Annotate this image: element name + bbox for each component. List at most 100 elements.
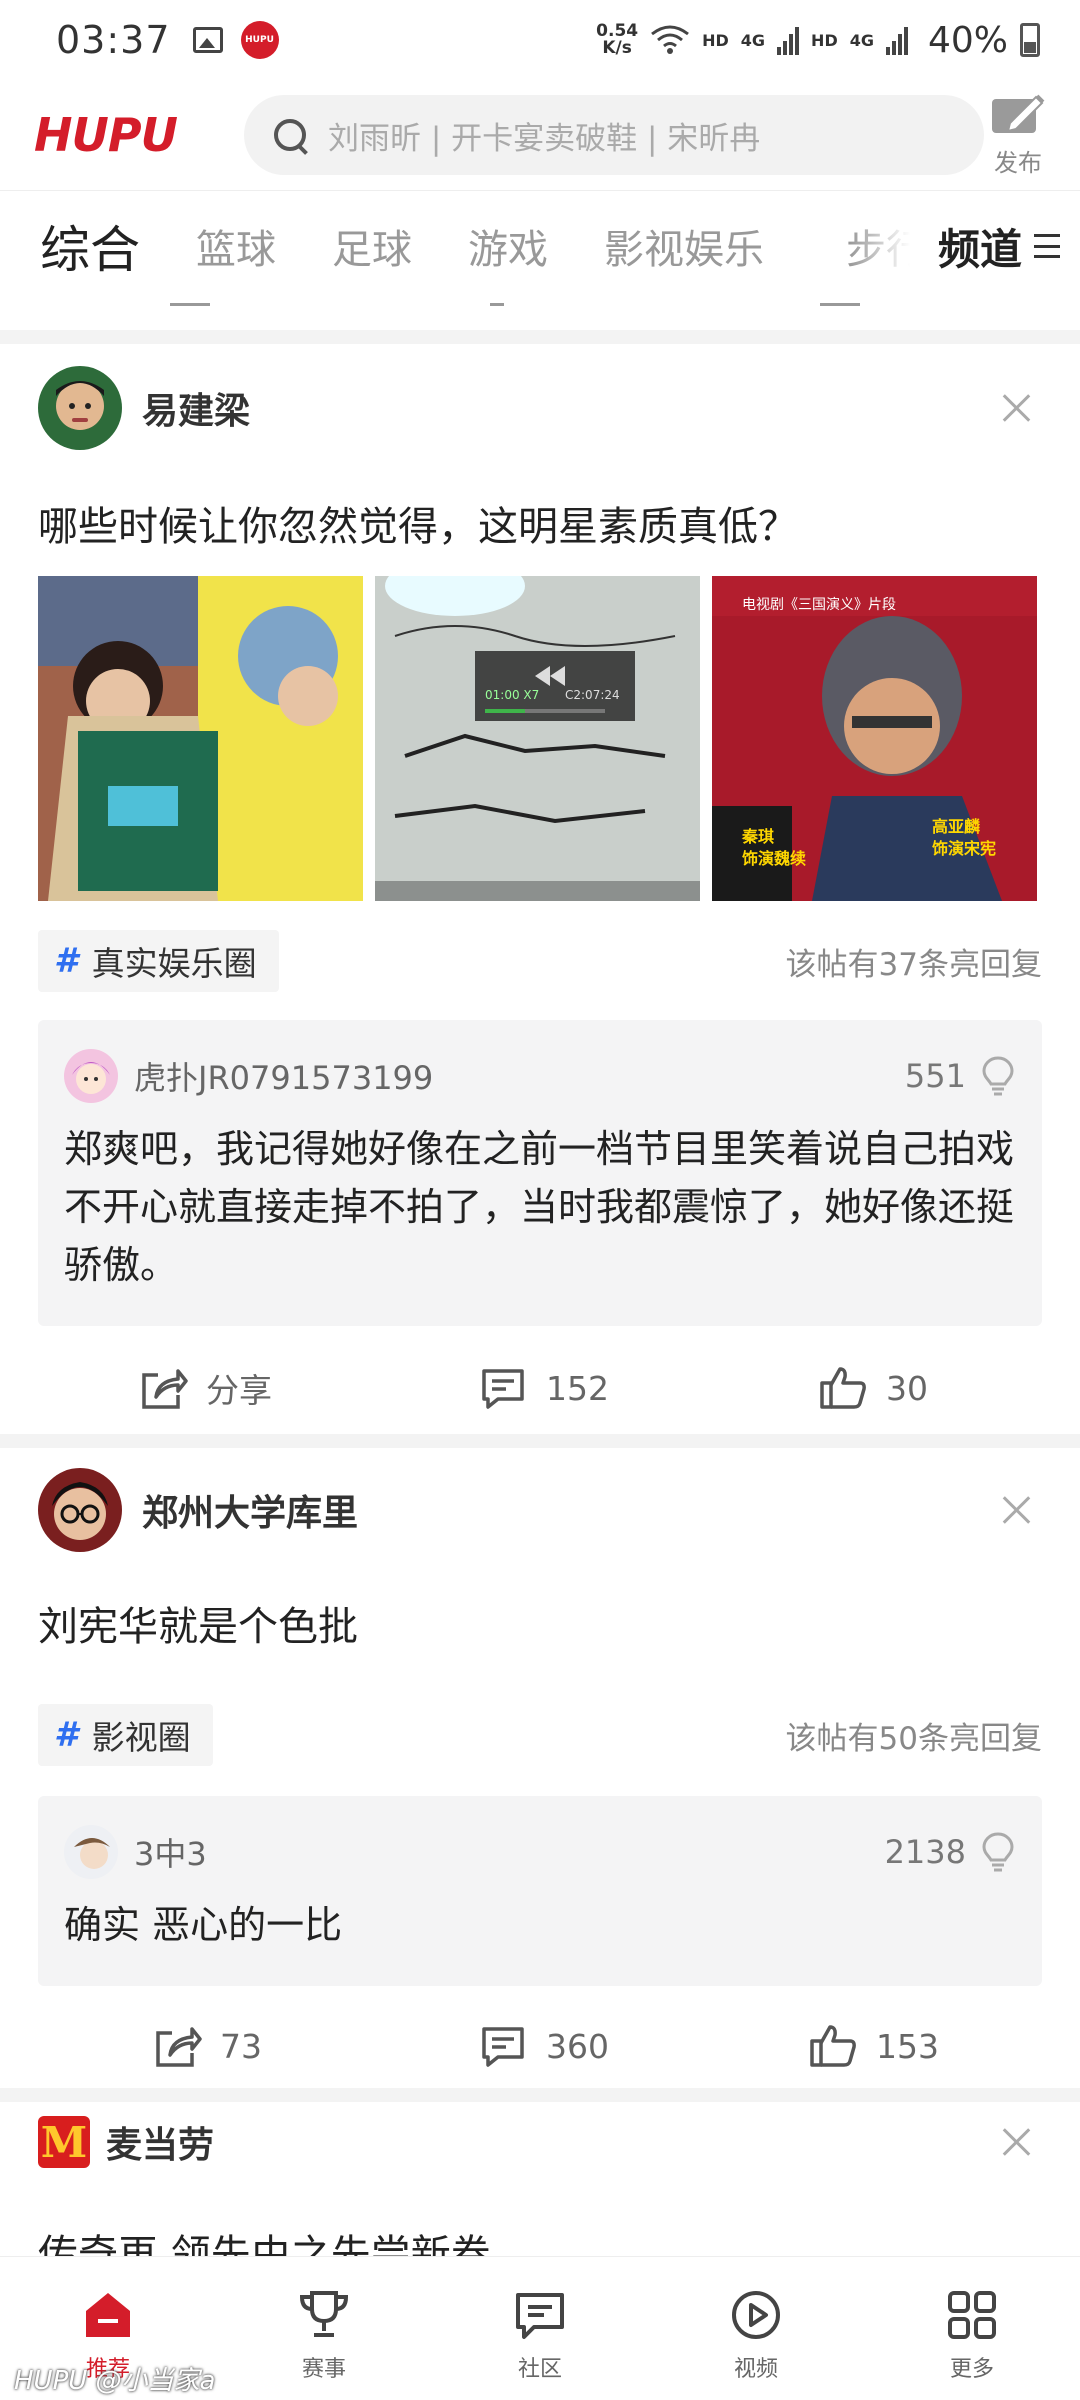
chat-icon [516,2293,564,2339]
mcdonalds-logo[interactable]: M [38,2116,90,2168]
search-icon [272,117,308,153]
nav-video[interactable]: 视频 [648,2257,864,2400]
tabs-fade [850,191,930,301]
network-speed: 0.54 K/s [596,21,639,58]
highlight-reply[interactable]: 3中3 2138 确实 恶心的一比 [38,1796,1042,1986]
nav-label: 社区 [517,2357,562,2382]
circle-hash-icon: # [54,1715,78,1755]
wifi-icon [651,25,690,54]
highlight-reply[interactable]: 虎扑JR0791573199 551 郑爽吧，我记得她好像在之前一档节目里笑着说… [38,1020,1042,1326]
reply-avatar[interactable] [64,1049,118,1103]
close-icon[interactable] [1002,393,1032,423]
like-count: 153 [876,2026,939,2066]
post-title[interactable]: 哪些时候让你忽然觉得，这明星素质真低？ [38,494,798,552]
category-tabs: 综合 篮球 足球 游戏 影视娱乐 步行 频道 [0,190,1080,301]
comment-button[interactable]: 152 [478,1348,609,1428]
reply-light-count: 2138 [884,1833,966,1871]
close-icon[interactable] [1002,2127,1032,2157]
like-count: 30 [886,1368,928,1408]
author-avatar[interactable] [38,1468,122,1552]
tab-entertainment[interactable]: 影视娱乐 [604,217,764,275]
battery-icon [1020,23,1040,57]
previous-card-actions-edge [0,300,1080,330]
author-avatar[interactable] [38,366,122,450]
card-divider [0,1434,1080,1448]
post-card[interactable]: 郑州大学库里 刘宪华就是个色批 # 影视圈 该帖有50条亮回复 3中3 2138… [0,1448,1080,2088]
watermark: HUPU @小当家a [14,2366,216,2396]
search-bar[interactable]: 刘雨昕 | 开卡宴卖破鞋 | 宋昕冉 [244,95,984,175]
hd-badge: HD [702,30,729,50]
nav-label: 更多 [949,2357,994,2382]
advertiser-name[interactable]: 麦当劳 [106,2116,214,2168]
share-icon [142,1369,188,1409]
lightbulb-icon[interactable] [980,1831,1016,1873]
post-actions: 分享 152 30 [0,1348,1080,1428]
comment-count: 360 [546,2026,609,2066]
circle-tag-label: 真实娱乐圈 [91,944,257,983]
tab-basketball[interactable]: 篮球 [196,217,276,275]
actor-caption-left: 秦琪 饰演魏续 [742,827,807,868]
publish-label: 发布 [994,148,1042,177]
status-time: 03:37 [56,18,171,62]
reply-username[interactable]: 3中3 [134,1829,207,1875]
reply-light-count: 551 [904,1057,966,1095]
signal-icon [777,27,800,55]
reply-avatar[interactable] [64,1825,118,1879]
thumbs-up-icon [810,2025,856,2067]
comment-button[interactable]: 360 [478,2006,609,2086]
post-title[interactable]: 刘宪华就是个色批 [38,1594,358,1652]
highlight-reply-count[interactable]: 该帖有50条亮回复 [786,1713,1042,1758]
signal-icon-2 [885,27,908,55]
share-button[interactable]: 73 [152,2006,262,2086]
status-bar: 03:37 HUPU 0.54 K/s HD 4G HD 4G 40% [0,0,1080,80]
circle-tag[interactable]: # 影视圈 [38,1704,213,1766]
nav-more[interactable]: 更多 [864,2257,1080,2400]
reply-username[interactable]: 虎扑JR0791573199 [134,1053,433,1099]
circle-tag-label: 影视圈 [91,1718,191,1757]
thumbs-up-icon [820,1367,866,1409]
nav-community[interactable]: 社区 [432,2257,648,2400]
hd-badge-2: HD [811,30,838,50]
compose-icon [992,94,1045,133]
signal-4g-label: 4G [740,30,766,50]
share-label: 分享 [206,1371,272,1410]
card-divider [0,2088,1080,2102]
channel-button[interactable]: 频道 [927,191,1060,301]
circle-tag[interactable]: # 真实娱乐圈 [38,930,279,992]
tab-games[interactable]: 游戏 [468,217,548,275]
post-actions: 73 360 153 [0,2006,1080,2086]
tab-general[interactable]: 综合 [40,210,140,282]
hupu-notification-icon: HUPU [240,21,279,59]
tab-football[interactable]: 足球 [332,217,412,275]
publish-button[interactable]: 发布 [990,93,1046,178]
author-name[interactable]: 易建梁 [142,382,250,434]
lightbulb-icon[interactable] [980,1055,1016,1097]
ad-title[interactable]: 传奇再 领先由之先尝新卷 [38,2230,491,2256]
reply-text: 确实 恶心的一比 [64,1903,343,1947]
trophy-icon [299,2291,349,2337]
post-card[interactable]: 易建梁 哪些时候让你忽然觉得，这明星素质真低？ 01:00 X7 C2:07:2… [0,344,1080,1434]
highlight-reply-count[interactable]: 该帖有37条亮回复 [786,939,1042,984]
share-icon [156,2027,202,2067]
close-icon[interactable] [1002,1495,1032,1525]
signal-4g-label-2: 4G [849,30,874,50]
app-header: HUPU 刘雨昕 | 开卡宴卖破鞋 | 宋昕冉 发布 [0,80,1080,190]
gallery-notification-icon [192,27,223,53]
hupu-logo[interactable]: HUPU [34,108,214,162]
post-image[interactable]: 电视剧《三国演义》片段 秦琪 饰演魏续 高亚麟 饰演宋宪 [712,576,1037,901]
battery-percent: 40% [927,19,1008,61]
play-icon [732,2291,780,2339]
like-button[interactable]: 30 [818,1348,928,1428]
nav-label: 赛事 [301,2357,346,2382]
post-video-thumbnail[interactable]: 01:00 X7 C2:07:24 [375,576,700,901]
menu-icon [1034,231,1060,261]
clip-source-label: 电视剧《三国演义》片段 [742,597,896,613]
circle-hash-icon: # [54,941,78,981]
author-name[interactable]: 郑州大学库里 [142,1484,358,1536]
share-button[interactable]: 分享 [138,1348,272,1428]
home-icon [86,2293,130,2337]
post-images: 01:00 X7 C2:07:24 电视剧《三国演义》片段 秦琪 饰演魏续 高亚… [38,576,1037,901]
nav-matches[interactable]: 赛事 [216,2257,432,2400]
post-image[interactable] [38,576,363,901]
like-button[interactable]: 153 [808,2006,939,2086]
